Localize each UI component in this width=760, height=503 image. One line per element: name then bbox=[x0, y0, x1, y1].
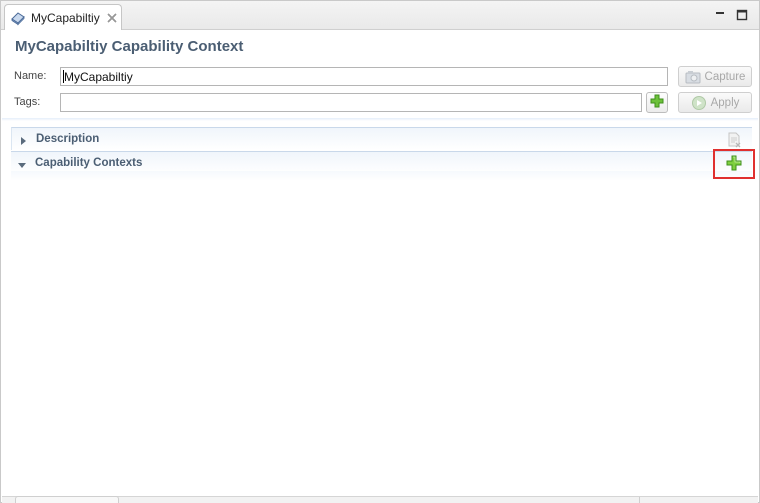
clear-description-icon[interactable] bbox=[728, 132, 742, 148]
apply-label: Apply bbox=[710, 96, 740, 109]
tags-field[interactable] bbox=[60, 93, 642, 112]
section-description-title: Description bbox=[36, 133, 100, 145]
tab-mycapabiltiy[interactable]: MyCapabiltiy bbox=[4, 4, 122, 30]
tags-label: Tags: bbox=[14, 96, 41, 108]
tab-label: MyCapabiltiy bbox=[31, 10, 100, 25]
text-caret bbox=[63, 70, 64, 83]
chevron-down-icon[interactable] bbox=[18, 158, 26, 168]
add-tag-button[interactable] bbox=[646, 92, 668, 113]
editor-window: MyCapabiltiy MyCapabiltiy Capability Con… bbox=[0, 0, 760, 503]
section-capability-contexts-title: Capability Contexts bbox=[35, 157, 143, 169]
camera-icon bbox=[685, 70, 701, 84]
close-tab-icon[interactable] bbox=[106, 12, 118, 24]
bottom-divider bbox=[639, 497, 640, 503]
plus-icon bbox=[726, 155, 742, 174]
bottom-tab[interactable] bbox=[15, 496, 119, 503]
section-capability-contexts-body bbox=[11, 171, 752, 181]
name-label: Name: bbox=[14, 70, 47, 82]
header-separator bbox=[2, 118, 758, 121]
page-title: MyCapabiltiy Capability Context bbox=[15, 38, 244, 55]
apply-button[interactable]: Apply bbox=[678, 92, 752, 113]
capture-label: Capture bbox=[704, 70, 746, 83]
capture-button[interactable]: Capture bbox=[678, 66, 752, 87]
editor-tab-bar: MyCapabiltiy bbox=[1, 1, 759, 30]
add-capability-context-button[interactable] bbox=[713, 149, 755, 179]
section-description[interactable]: Description bbox=[11, 127, 752, 150]
minimize-icon[interactable] bbox=[714, 9, 726, 21]
maximize-icon[interactable] bbox=[736, 9, 748, 21]
plus-icon bbox=[650, 94, 664, 111]
capability-context-icon bbox=[10, 10, 26, 26]
chevron-right-icon[interactable] bbox=[19, 134, 27, 145]
play-icon bbox=[691, 95, 707, 110]
name-field[interactable] bbox=[60, 67, 668, 86]
